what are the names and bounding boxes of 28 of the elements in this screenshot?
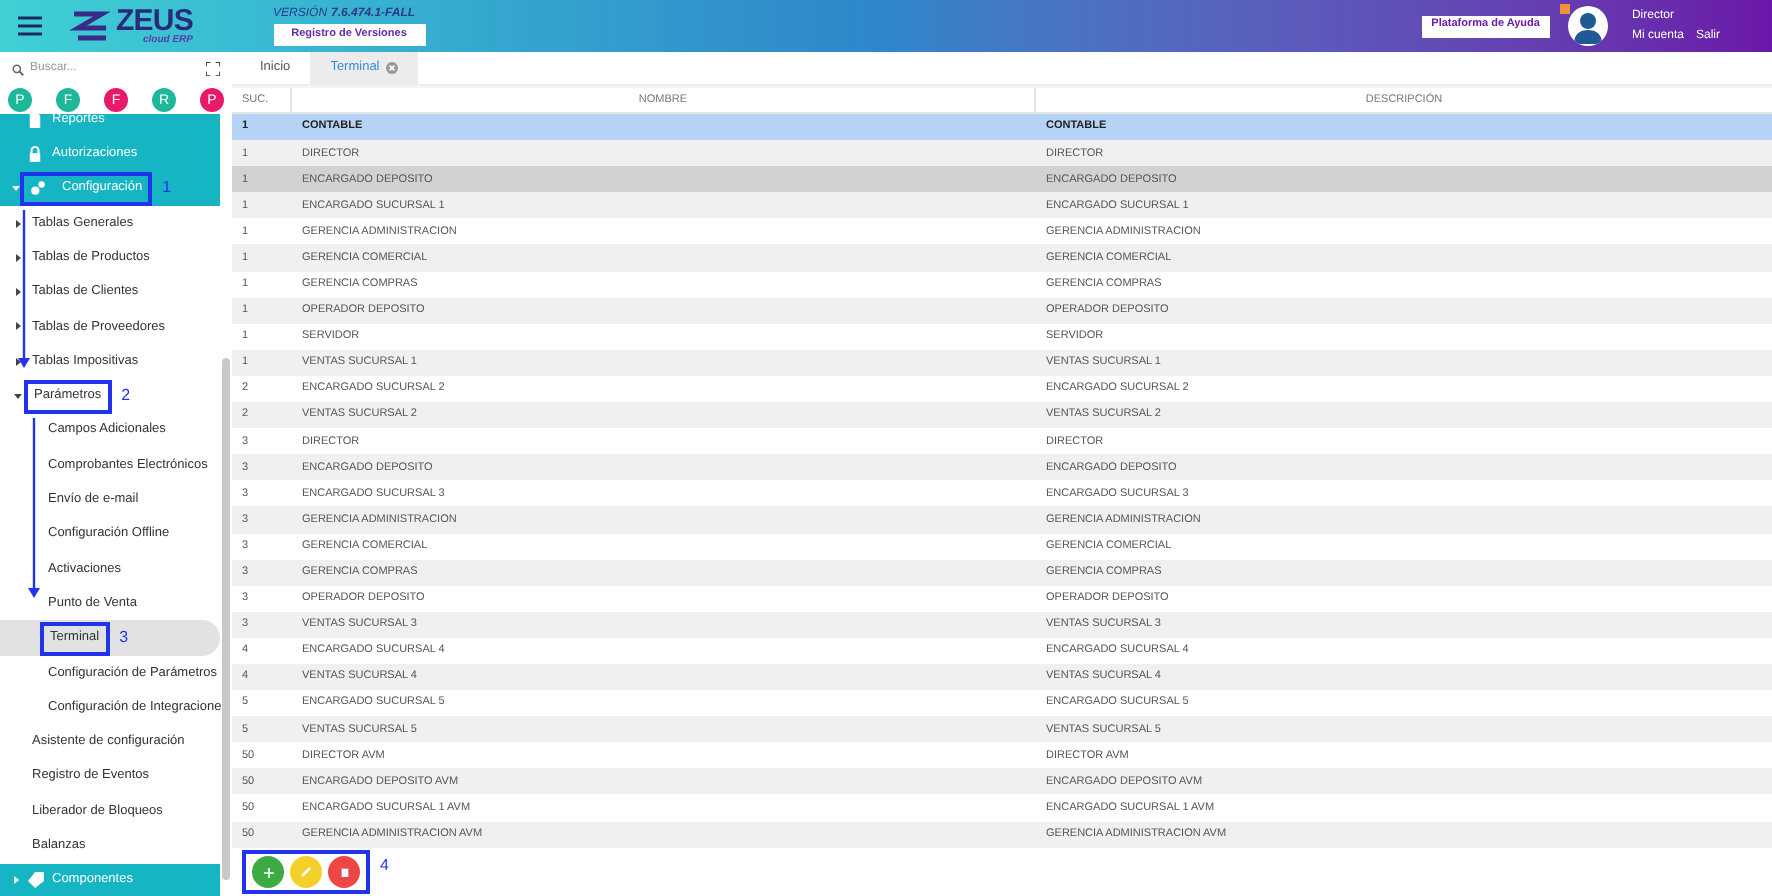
- pencil-icon: [300, 866, 312, 879]
- logo-text: ZEUS: [116, 6, 194, 36]
- scrollbar-thumb[interactable]: [222, 358, 230, 880]
- plus-icon: [263, 867, 273, 878]
- menu-icon[interactable]: [18, 16, 42, 36]
- logo-icon: [70, 10, 110, 42]
- tag-icon: [28, 872, 44, 889]
- caret-right-icon[interactable]: [14, 219, 22, 228]
- annotation-number: 2: [121, 384, 131, 409]
- caret-right-icon[interactable]: [14, 288, 22, 297]
- fullscreen-icon[interactable]: [206, 62, 220, 76]
- close-icon[interactable]: [385, 62, 398, 74]
- caret-right-icon[interactable]: [14, 322, 22, 331]
- search-icon: [12, 63, 24, 75]
- caret-right-icon[interactable]: [14, 253, 22, 262]
- annotation-number: 3: [119, 626, 129, 651]
- add-button[interactable]: [252, 856, 284, 889]
- document-icon: [28, 114, 44, 128]
- annotation-number: 4: [380, 853, 389, 878]
- notification-badge: [1560, 4, 1570, 14]
- annotation-number: 1: [162, 176, 172, 201]
- delete-button[interactable]: [328, 856, 360, 889]
- lock-icon: [28, 145, 44, 162]
- trash-icon: [339, 866, 349, 879]
- gears-icon: [30, 180, 46, 197]
- caret-down-icon[interactable]: [14, 392, 22, 401]
- user-avatar: [1567, 6, 1608, 46]
- caret-right-icon[interactable]: [14, 357, 22, 366]
